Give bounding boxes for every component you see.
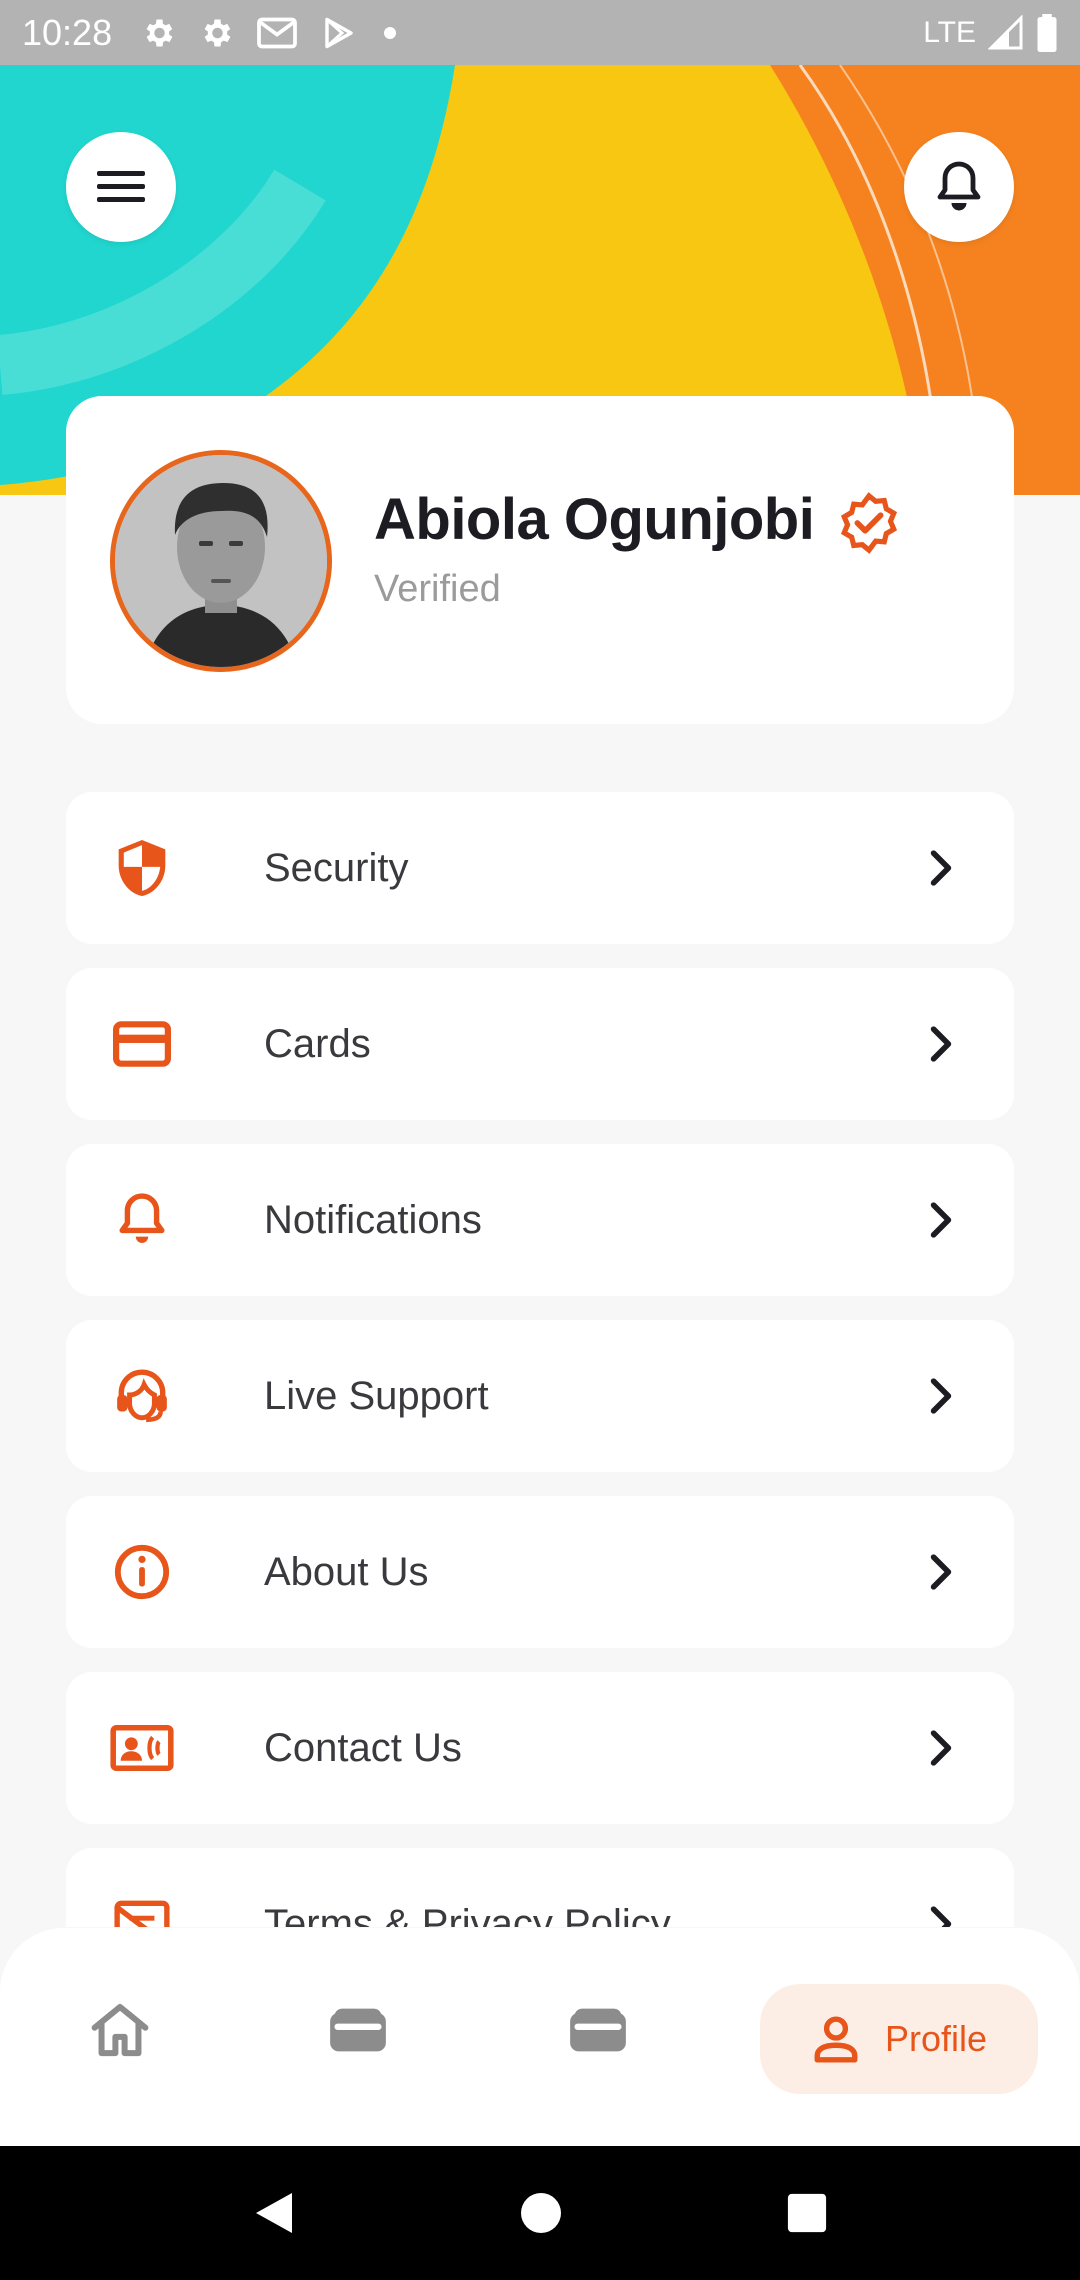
verified-badge-icon <box>840 492 898 554</box>
profile-name: Abiola Ogunjobi <box>374 487 815 552</box>
back-icon[interactable] <box>252 2189 296 2237</box>
menu-item-label: Live Support <box>264 1373 489 1418</box>
bell-icon <box>937 161 981 211</box>
menu-item-about-us[interactable]: About Us <box>66 1496 1014 1648</box>
menu-item-label: About Us <box>264 1549 429 1594</box>
chevron-right-icon <box>930 1730 952 1766</box>
home-button-icon[interactable] <box>519 2191 563 2235</box>
card-icon <box>110 1012 174 1076</box>
settings-icon <box>146 19 173 46</box>
network-label: LTE <box>923 15 976 49</box>
profile-status: Verified <box>374 568 501 610</box>
shield-icon <box>110 836 174 900</box>
settings-menu: Security Cards Notifications Live Suppor… <box>66 792 1014 1927</box>
contact-card-icon <box>110 1716 174 1780</box>
menu-item-notifications[interactable]: Notifications <box>66 1144 1014 1296</box>
status-bar: 10:28 LTE <box>0 0 1080 65</box>
avatar[interactable] <box>110 450 332 672</box>
system-navigation-bar <box>0 2146 1080 2280</box>
menu-item-security[interactable]: Security <box>66 792 1014 944</box>
menu-item-contact-us[interactable]: Contact Us <box>66 1672 1014 1824</box>
status-time: 10:28 <box>22 11 113 53</box>
play-store-icon <box>325 17 353 48</box>
notifications-button[interactable] <box>904 132 1014 242</box>
menu-item-label: Cards <box>264 1021 371 1066</box>
chevron-right-icon <box>930 850 952 886</box>
document-icon <box>110 1892 174 1927</box>
menu-item-terms-privacy[interactable]: Terms & Privacy Policy <box>66 1848 1014 1927</box>
status-right: LTE <box>923 13 1058 52</box>
chevron-right-icon <box>930 1906 952 1927</box>
bottom-navigation: Profile <box>0 1928 1080 2146</box>
bell-icon <box>110 1188 174 1252</box>
menu-button[interactable] <box>66 132 176 242</box>
signal-icon <box>988 14 1023 49</box>
info-icon <box>110 1540 174 1604</box>
home-icon <box>91 2003 149 2057</box>
headset-icon <box>110 1364 174 1428</box>
chevron-right-icon <box>930 1026 952 1062</box>
settings-icon <box>204 19 231 46</box>
menu-item-live-support[interactable]: Live Support <box>66 1320 1014 1472</box>
battery-icon <box>1037 13 1057 52</box>
recents-icon[interactable] <box>786 2192 828 2234</box>
menu-item-label: Contact Us <box>264 1725 462 1770</box>
dot-icon <box>384 26 397 39</box>
profile-card[interactable]: Abiola Ogunjobi Verified <box>66 396 1014 724</box>
nav-profile[interactable]: Profile <box>760 1984 1038 2094</box>
chevron-right-icon <box>930 1378 952 1414</box>
nav-home[interactable] <box>80 1990 160 2070</box>
nav-wallet[interactable] <box>318 1990 398 2070</box>
avatar-photo <box>115 455 327 667</box>
menu-item-label: Security <box>264 845 409 890</box>
notification-icons <box>140 15 400 51</box>
nav-wallet[interactable] <box>558 1990 638 2070</box>
wallet-icon <box>330 2008 386 2052</box>
profile-icon <box>814 2016 858 2063</box>
gmail-icon <box>257 17 297 48</box>
hamburger-icon <box>97 171 145 202</box>
menu-item-label: Notifications <box>264 1197 482 1242</box>
chevron-right-icon <box>930 1554 952 1590</box>
wallet-icon <box>570 2008 626 2052</box>
chevron-right-icon <box>930 1202 952 1238</box>
menu-item-label: Terms & Privacy Policy <box>264 1901 671 1928</box>
menu-item-cards[interactable]: Cards <box>66 968 1014 1120</box>
nav-profile-label: Profile <box>884 2018 988 2059</box>
